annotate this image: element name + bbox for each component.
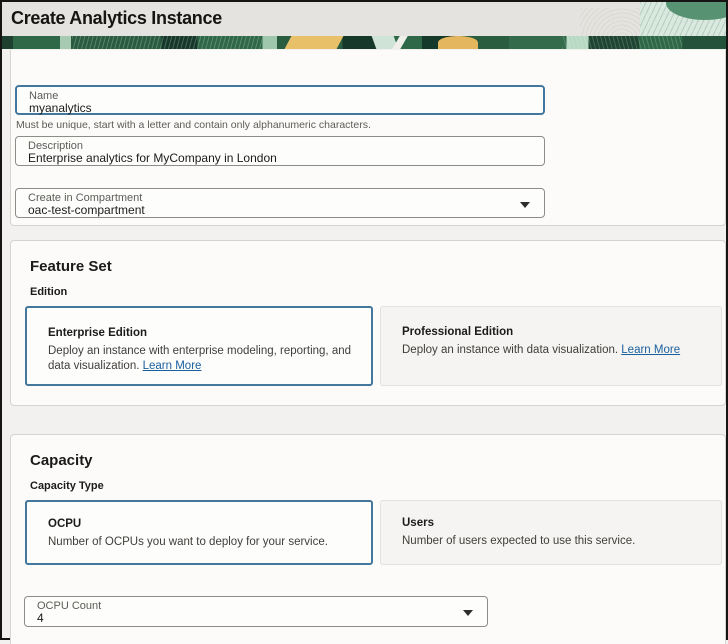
capacity-heading: Capacity [30,452,93,469]
description-field-value: Enterprise analytics for MyCompany in Lo… [28,152,277,165]
feature-set-heading: Feature Set [30,258,112,275]
edition-group-label: Edition [30,286,67,298]
banner-art-decoration [2,36,726,49]
option-description: Number of OCPUs you want to deploy for y… [48,535,357,550]
section-capacity: Capacity Capacity Type OCPU Number of OC… [10,434,726,644]
banner-texture-decoration [562,36,682,49]
dialog-header: Create Analytics Instance [2,2,726,36]
compartment-select[interactable]: Create in Compartment oac-test-compartme… [15,188,545,218]
option-title: Enterprise Edition [48,327,147,339]
option-title: Professional Edition [402,326,513,338]
option-description: Deploy an instance with data visualizati… [402,343,707,358]
learn-more-link[interactable]: Learn More [143,360,202,372]
banner-texture-decoration [72,36,262,49]
fingerprint-pattern-decoration [580,8,640,36]
option-description: Number of users expected to use this ser… [402,534,707,549]
option-description: Deploy an instance with enterprise model… [48,344,357,374]
banner-yellow-shape-decoration [285,36,344,49]
page-window: { "window": { "title": "Create Analytics… [0,0,728,640]
description-field[interactable]: Description Enterprise analytics for MyC… [15,136,545,166]
name-field-value: myanalytics [29,102,92,115]
name-helper-text: Must be unique, start with a letter and … [16,119,371,131]
capacity-option-users[interactable]: Users Number of users expected to use th… [380,500,722,565]
chevron-down-icon[interactable] [463,610,473,616]
edition-option-enterprise[interactable]: Enterprise Edition Deploy an instance wi… [25,306,373,386]
capacity-type-group-label: Capacity Type [30,480,104,492]
section-basic-info: Name myanalytics Must be unique, start w… [10,50,726,226]
ocpu-count-select-label: OCPU Count [37,600,101,612]
option-title: OCPU [48,518,81,530]
edition-option-professional[interactable]: Professional Edition Deploy an instance … [380,306,722,386]
name-field[interactable]: Name myanalytics [15,85,545,115]
ocpu-count-select-value: 4 [37,612,44,625]
capacity-option-ocpu[interactable]: OCPU Number of OCPUs you want to deploy … [25,500,373,565]
section-feature-set: Feature Set Edition Enterprise Edition D… [10,240,726,406]
option-description-text: Deploy an instance with data visualizati… [402,344,618,356]
compartment-select-value: oac-test-compartment [28,204,145,217]
header-corner-decoration [640,2,726,36]
learn-more-link[interactable]: Learn More [621,344,680,356]
option-title: Users [402,517,434,529]
ocpu-count-select[interactable]: OCPU Count 4 [24,596,488,627]
chevron-down-icon[interactable] [520,202,530,208]
page-title: Create Analytics Instance [11,8,222,29]
banner-yellow-blob-decoration [438,36,478,49]
